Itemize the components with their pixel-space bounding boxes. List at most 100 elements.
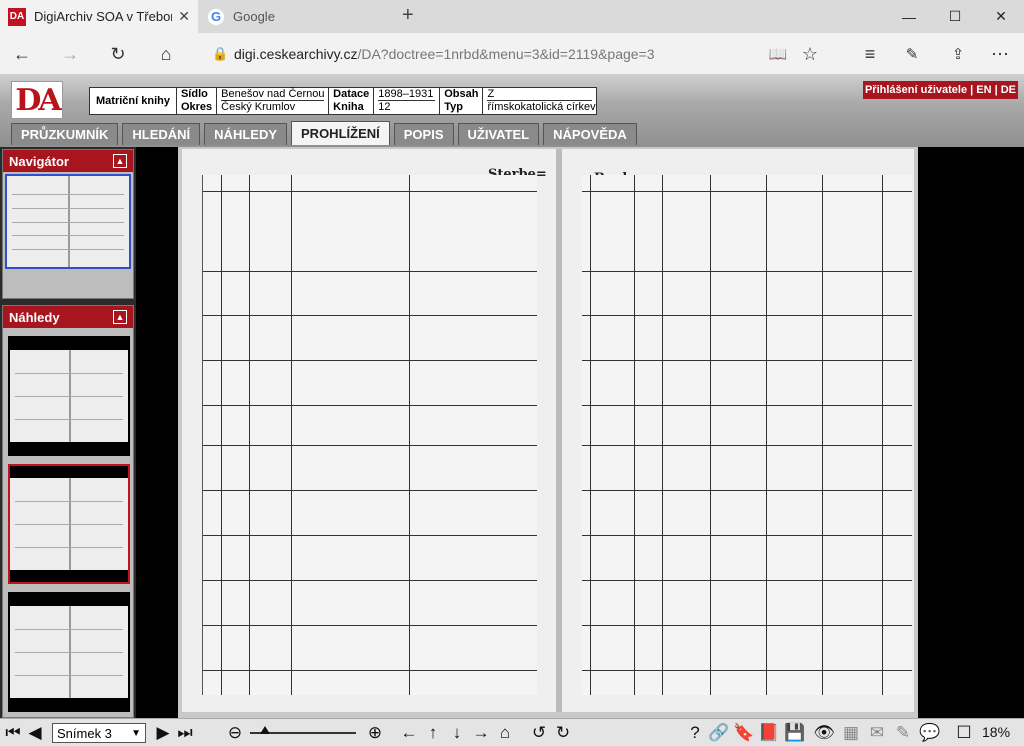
viewer-toolbar: ⏮ ◀ Snímek 3 ▼ ▶ ⏭ ⊖ ⊕ ← ↑ ↓ → ⌂ ↺ ↻ ? 🔗… — [0, 718, 1024, 746]
snapshot-select[interactable]: Snímek 3 ▼ — [52, 723, 146, 743]
zoom-in-icon[interactable]: ⊕ — [364, 723, 386, 743]
google-favicon-icon: G — [207, 7, 225, 26]
datace-label: Datace — [333, 88, 370, 100]
sidebar: Navigátor ▲ Náhledy ▲ — [0, 147, 136, 718]
reading-view-icon[interactable]: 📖 — [762, 39, 794, 69]
browser-tab-bar: DA DigiArchiv SOA v Třeboni ✕ G Google +… — [0, 0, 1024, 33]
tab-title: Google — [233, 9, 275, 24]
book-spine — [556, 149, 562, 712]
navigator-thumbnail[interactable] — [5, 174, 131, 269]
record-type: Matriční knihy — [90, 88, 177, 114]
typ-value: římskokatolická církev — [487, 101, 596, 113]
last-page-icon[interactable]: ⏭ — [176, 723, 194, 743]
pan-left-icon[interactable]: ← — [398, 723, 420, 743]
chevron-down-icon: ▼ — [131, 727, 141, 739]
forward-icon[interactable]: → — [54, 39, 86, 69]
pin-icon[interactable]: ▲ — [113, 154, 127, 168]
url-path: /DA?doctree=1nrbd&menu=3&id=2119&page=3 — [357, 46, 655, 62]
preview-page-image — [10, 350, 128, 442]
pin-icon[interactable]: ▲ — [113, 310, 127, 324]
previews-panel: Náhledy ▲ — [2, 305, 134, 718]
kniha-value: 12 — [378, 101, 391, 113]
navigator-title: Navigátor — [9, 153, 69, 169]
back-icon[interactable]: ← — [6, 39, 38, 69]
digiarchiv-logo[interactable]: DA — [11, 81, 63, 119]
book-icon[interactable]: 📕 — [758, 723, 780, 743]
fullscreen-icon[interactable]: ☐ — [954, 723, 974, 743]
typ-label: Typ — [444, 101, 463, 113]
sidlo-value: Benešov nad Černou — [221, 88, 325, 101]
preview-thumbnail[interactable] — [8, 336, 130, 456]
obsah-value: Z — [487, 88, 593, 101]
bookmark-icon[interactable]: 🔖 — [733, 723, 754, 743]
image-viewer[interactable]: Sterbe= Buch. — [178, 147, 918, 718]
workspace: Navigátor ▲ Náhledy ▲ — [0, 147, 1024, 718]
preview-thumbnail-selected[interactable] — [8, 464, 130, 584]
main-menu: PRŮZKUMNÍK HLEDÁNÍ NÁHLEDY PROHLÍŽENÍ PO… — [11, 121, 637, 145]
mail-icon[interactable]: ✉ — [866, 723, 888, 743]
tab-google[interactable]: G Google — [199, 0, 395, 33]
menu-nahledy[interactable]: NÁHLEDY — [204, 123, 288, 145]
help-icon[interactable]: ? — [686, 723, 704, 743]
tab-title: DigiArchiv SOA v Třeboni — [34, 9, 173, 24]
navigator-page-image — [7, 176, 129, 267]
preview-page-image — [10, 606, 128, 698]
web-note-icon[interactable]: ✎ — [896, 39, 928, 69]
right-page — [582, 175, 912, 695]
sidlo-label: Sídlo — [180, 88, 208, 100]
okres-label: Okres — [180, 101, 213, 113]
login-language-link[interactable]: Přihlášení uživatele | EN | DE — [863, 81, 1018, 99]
gallery-icon[interactable]: ▦ — [840, 723, 862, 743]
navigator-panel: Navigátor ▲ — [2, 149, 134, 299]
register-page-scan: Sterbe= Buch. — [182, 149, 914, 712]
link-icon[interactable]: 🔗 — [708, 723, 730, 743]
preview-thumbnail[interactable] — [8, 592, 130, 712]
left-page — [202, 175, 537, 695]
url-field[interactable]: 🔒 digi.ceskearchivy.cz/DA?doctree=1nrbd&… — [212, 41, 752, 67]
close-tab-icon[interactable]: ✕ — [178, 8, 190, 25]
obsah-label: Obsah — [444, 88, 479, 100]
pan-right-icon[interactable]: → — [470, 723, 492, 743]
rotate-right-icon[interactable]: ↻ — [552, 723, 574, 743]
eye-icon[interactable]: 👁 — [812, 723, 836, 743]
save-icon[interactable]: 💾 — [784, 723, 806, 743]
home-view-icon[interactable]: ⌂ — [494, 723, 516, 743]
rotate-left-icon[interactable]: ↺ — [528, 723, 550, 743]
zoom-level: 18% — [982, 724, 1011, 740]
menu-popis[interactable]: POPIS — [393, 123, 454, 145]
datace-value: 1898–1931 — [378, 88, 436, 101]
preview-page-image — [10, 478, 128, 570]
favorite-star-icon[interactable]: ☆ — [794, 39, 826, 69]
pan-down-icon[interactable]: ↓ — [446, 723, 468, 743]
first-page-icon[interactable]: ⏮ — [4, 723, 22, 743]
edit-icon[interactable]: ✎ — [892, 723, 914, 743]
close-window-icon[interactable]: ✕ — [978, 0, 1024, 33]
record-info-box: Matriční knihy Sídlo Okres Benešov nad Č… — [89, 87, 598, 115]
menu-uzivatel[interactable]: UŽIVATEL — [457, 123, 540, 145]
url-host: digi.ceskearchivy.cz — [234, 46, 358, 62]
new-tab-icon[interactable]: + — [402, 4, 414, 27]
pan-up-icon[interactable]: ↑ — [422, 723, 444, 743]
zoom-out-icon[interactable]: ⊖ — [224, 723, 246, 743]
more-icon[interactable]: ⋯ — [984, 39, 1016, 69]
home-icon[interactable]: ⌂ — [150, 39, 182, 69]
previous-page-icon[interactable]: ◀ — [24, 723, 46, 743]
menu-napoveda[interactable]: NÁPOVĚDA — [543, 123, 637, 145]
comments-icon[interactable]: 💬 — [918, 723, 942, 743]
tab-digiarchiv[interactable]: DA DigiArchiv SOA v Třeboni ✕ — [0, 0, 198, 33]
address-bar: ← → ↻ ⌂ 🔒 digi.ceskearchivy.cz/DA?doctre… — [0, 33, 1024, 75]
app-header: DA Matriční knihy Sídlo Okres Benešov na… — [0, 75, 1024, 147]
share-icon[interactable]: ⇪ — [942, 39, 974, 69]
refresh-icon[interactable]: ↻ — [102, 39, 134, 69]
minimize-icon[interactable]: — — [886, 0, 932, 33]
menu-hledani[interactable]: HLEDÁNÍ — [122, 123, 201, 145]
previews-title: Náhledy — [9, 309, 60, 325]
menu-prohlizeni[interactable]: PROHLÍŽENÍ — [291, 121, 390, 145]
menu-pruzkumnik[interactable]: PRŮZKUMNÍK — [11, 123, 119, 145]
okres-value: Český Krumlov — [221, 101, 296, 113]
next-page-icon[interactable]: ▶ — [152, 723, 174, 743]
zoom-slider-handle[interactable] — [260, 726, 270, 734]
hub-icon[interactable]: ≡ — [854, 39, 886, 69]
maximize-icon[interactable]: ☐ — [932, 0, 978, 33]
lock-icon: 🔒 — [212, 46, 229, 61]
